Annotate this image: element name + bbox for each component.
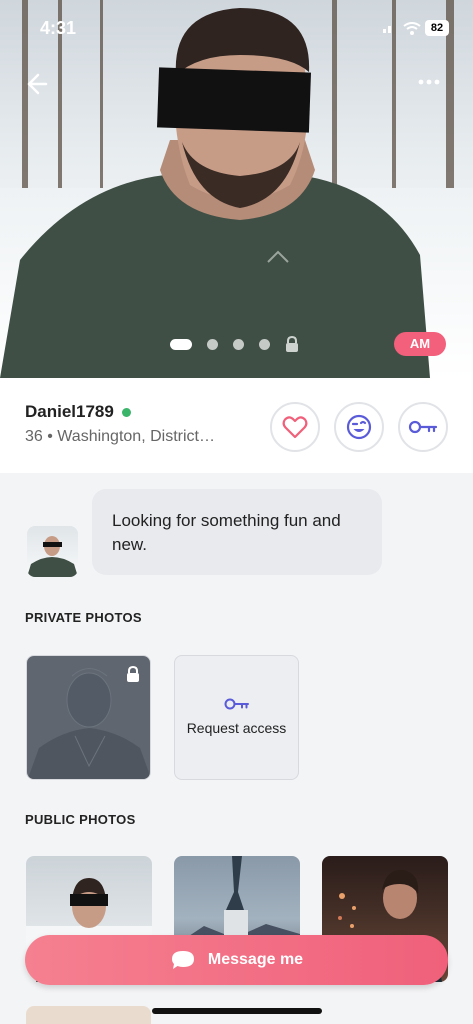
wink-button[interactable] (334, 402, 384, 452)
like-button[interactable] (270, 402, 320, 452)
back-arrow-icon[interactable] (22, 70, 50, 98)
pager-dot[interactable] (207, 338, 218, 350)
public-photo-thumbnail[interactable] (26, 1006, 151, 1024)
online-status-dot (121, 407, 131, 417)
key-icon (224, 698, 249, 710)
heart-icon (282, 416, 308, 439)
lock-icon (127, 666, 139, 682)
chat-bubble-icon (171, 951, 194, 969)
message-me-button[interactable]: Message me (25, 935, 448, 985)
photo-pager[interactable] (170, 336, 299, 352)
status-time: 4:31 (40, 18, 77, 38)
avatar-figure (27, 536, 78, 577)
about-message: Looking for something fun and new. (92, 489, 382, 575)
request-access-label: Request access (186, 720, 287, 736)
battery-indicator: 82 (425, 20, 449, 36)
censor-bar (156, 67, 312, 133)
pager-dot[interactable] (259, 338, 270, 350)
home-indicator[interactable] (152, 1008, 322, 1014)
profile-header: Daniel1789 36 • Washington, District… (0, 378, 473, 473)
lock-icon[interactable] (285, 336, 299, 352)
request-access-button[interactable]: Request access (174, 655, 299, 780)
wifi-icon (403, 22, 421, 35)
am-badge: AM (394, 332, 446, 356)
username: Daniel1789 (25, 402, 114, 421)
private-photo-thumbnail[interactable] (26, 655, 151, 780)
key-button[interactable] (398, 402, 448, 452)
person-figure (0, 8, 430, 378)
wink-face-icon (346, 414, 372, 440)
message-me-label: Message me (207, 951, 304, 968)
pager-dot[interactable] (233, 338, 244, 350)
signal-icon (383, 26, 391, 33)
action-buttons (270, 402, 448, 452)
status-bar: 4:31 82 (0, 14, 473, 44)
public-photos-title: PUBLIC PHOTOS (25, 812, 136, 827)
profile-photo-hero[interactable]: 4:31 82 AM (0, 0, 473, 378)
key-icon (408, 420, 438, 434)
name-row: Daniel1789 (25, 402, 131, 422)
pager-dot-active[interactable] (170, 338, 192, 350)
more-dots-icon[interactable] (415, 72, 443, 92)
avatar[interactable] (27, 526, 78, 577)
profile-details: 36 • Washington, District… (25, 428, 215, 445)
private-photos-title: PRIVATE PHOTOS (25, 610, 142, 625)
